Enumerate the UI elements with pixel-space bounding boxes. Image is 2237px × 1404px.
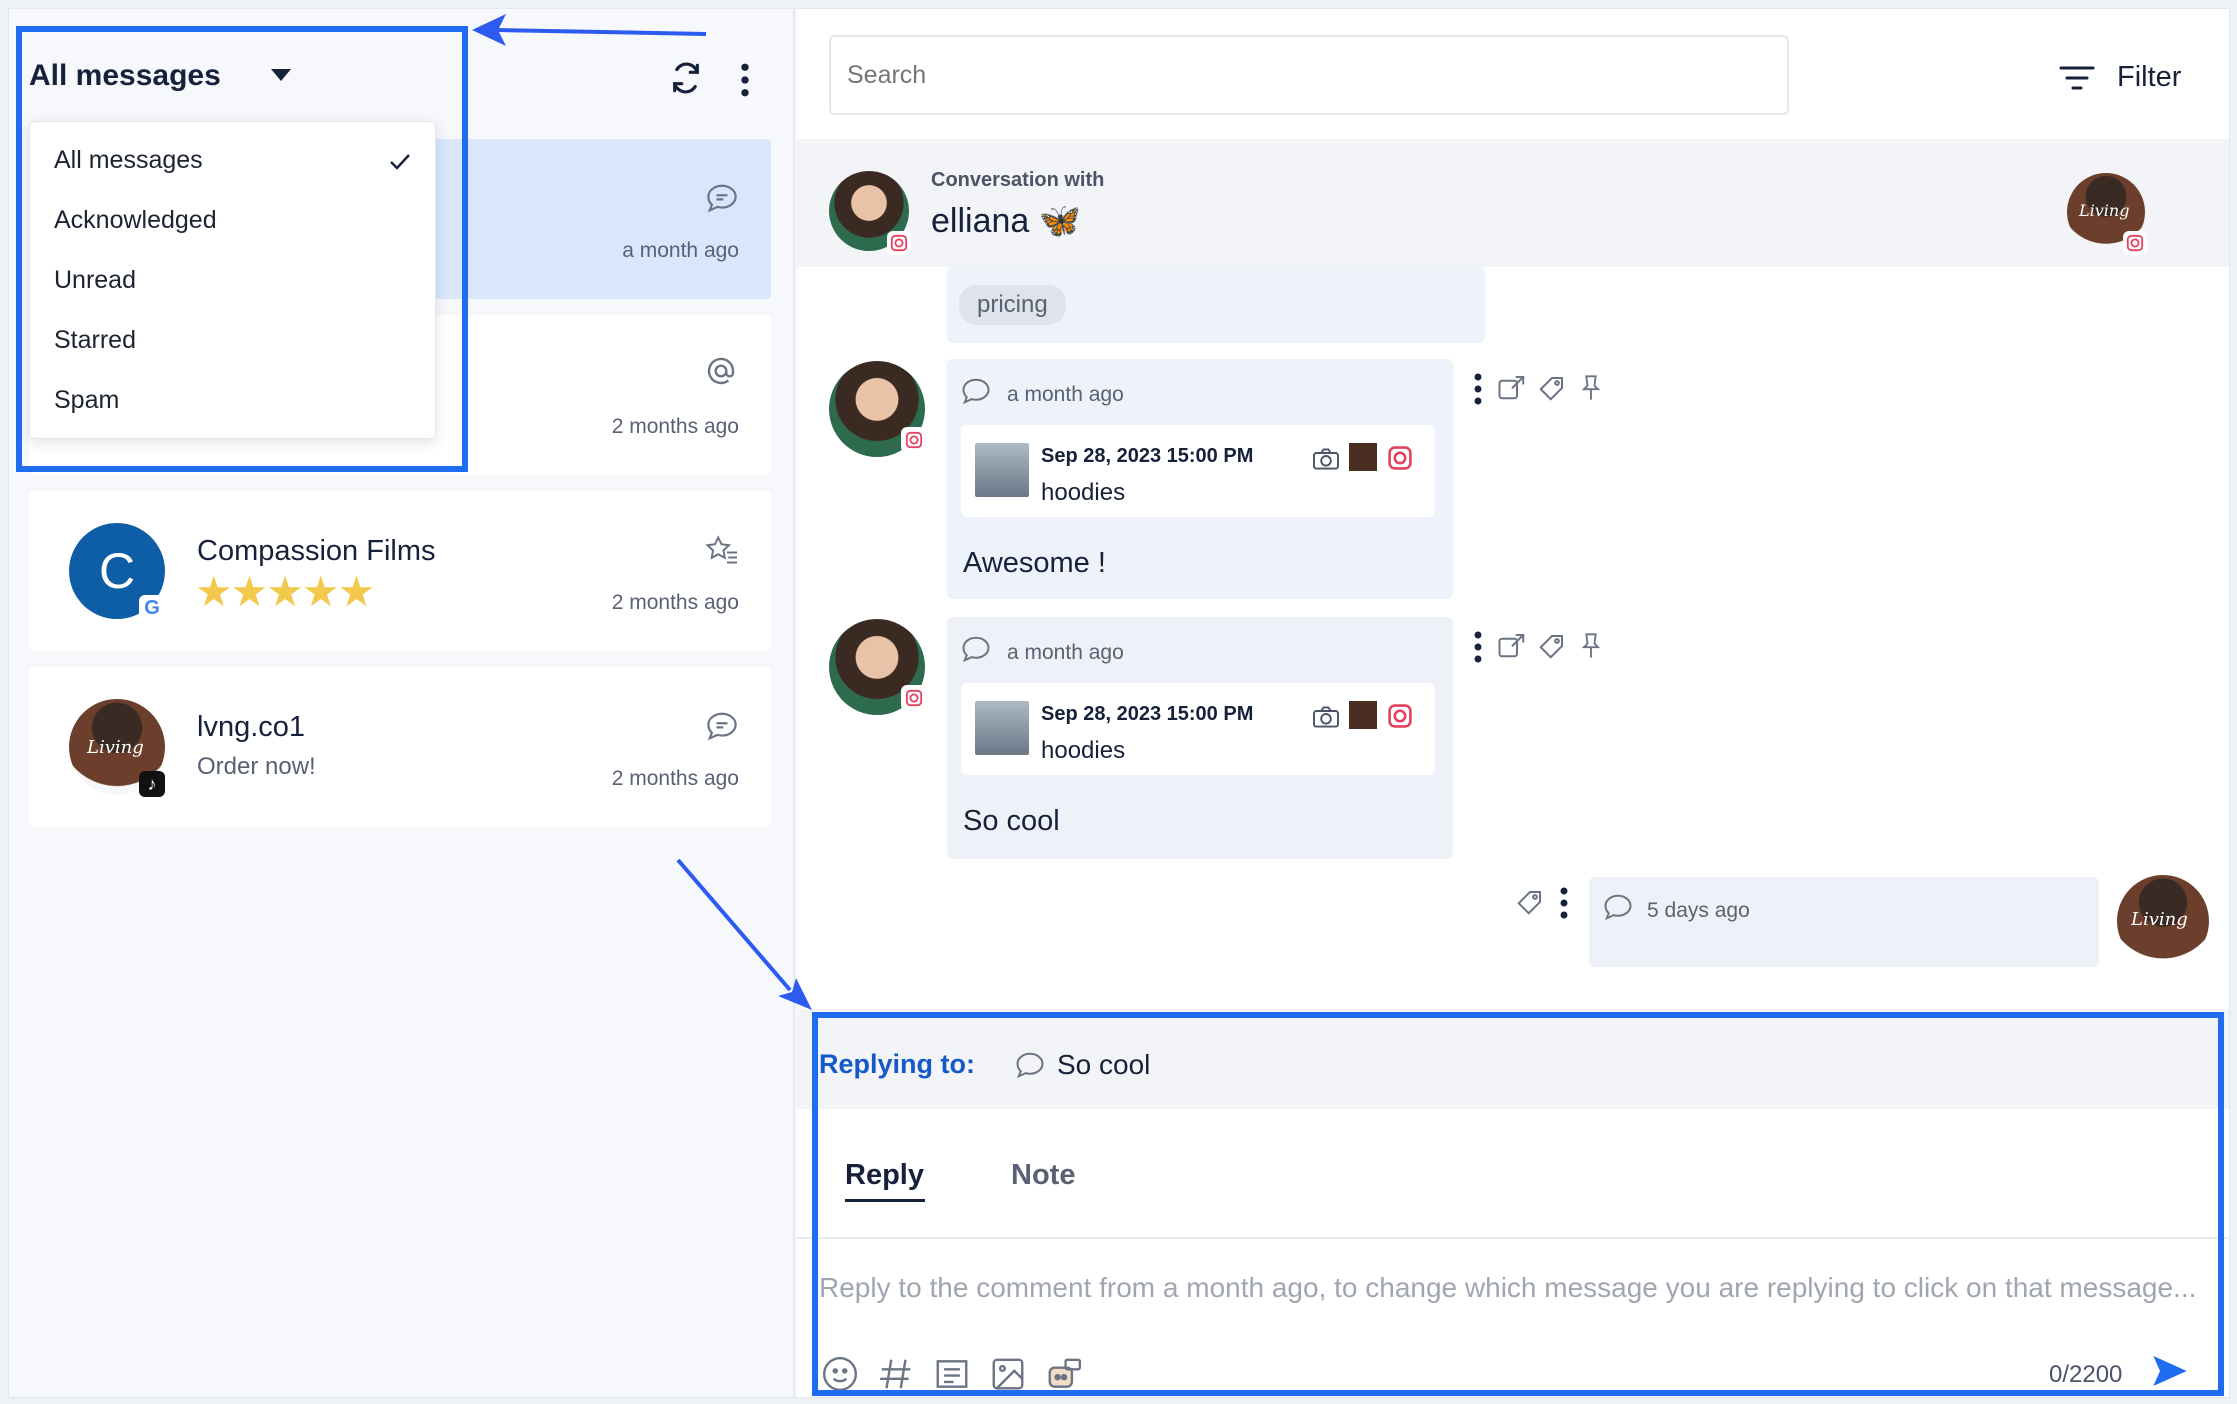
post-preview[interactable]: Sep 28, 2023 15:00 PM hoodies [961, 683, 1435, 775]
share-icon[interactable] [1497, 373, 1527, 401]
filter-icon[interactable] [2059, 65, 2095, 91]
message-bubble[interactable]: 5 days ago [1589, 877, 2099, 967]
chat-bubble-icon [1604, 894, 1632, 921]
tag-icon[interactable] [1537, 373, 1567, 403]
message-thread: pricing a month ago Sep 28, 2023 15:00 P… [797, 267, 2229, 967]
pin-icon[interactable] [1577, 631, 1605, 661]
more-options-icon[interactable] [1473, 373, 1483, 405]
conversation-time: 2 months ago [611, 767, 739, 790]
post-date: Sep 28, 2023 15:00 PM [1041, 445, 1254, 467]
at-mention-icon [707, 357, 735, 385]
instagram-icon [1388, 704, 1412, 728]
message-text: Awesome ! [963, 547, 1106, 579]
avatar-letter: C [98, 543, 136, 599]
chat-bubble-icon [707, 184, 737, 213]
chat-bubble-icon [962, 378, 990, 405]
post-author-thumbnail [1349, 701, 1377, 729]
pin-icon[interactable] [1577, 373, 1605, 403]
camera-icon [1313, 706, 1339, 728]
more-options-icon[interactable] [1473, 631, 1483, 663]
annotation-box-reply [812, 1012, 2224, 1396]
conversation-name: lvng.co1 [197, 711, 306, 743]
message-time: a month ago [1007, 383, 1124, 406]
post-author-thumbnail [1349, 443, 1377, 471]
star-rating: ★★★★★ [195, 568, 375, 615]
conversation-time: 2 months ago [611, 591, 739, 614]
contact-name: elliana 🦋 [931, 201, 1081, 241]
conversation-with-label: Conversation with [931, 169, 1105, 191]
post-caption: hoodies [1041, 737, 1126, 764]
message-bubble[interactable]: a month ago Sep 28, 2023 15:00 PM hoodie… [947, 359, 1453, 599]
camera-icon [1313, 448, 1339, 470]
chat-bubble-icon [962, 636, 990, 663]
tag-icon[interactable] [1537, 631, 1567, 661]
instagram-icon [1388, 446, 1412, 470]
refresh-icon[interactable] [669, 61, 703, 95]
annotation-box-filter [16, 26, 468, 472]
more-options-icon[interactable] [739, 63, 751, 97]
post-caption: hoodies [1041, 479, 1126, 506]
message-bubble[interactable]: a month ago Sep 28, 2023 15:00 PM hoodie… [947, 617, 1453, 859]
instagram-icon [2123, 231, 2147, 255]
butterfly-emoji: 🦋 [1038, 202, 1082, 240]
more-options-icon[interactable] [1559, 887, 1569, 919]
tag-icon[interactable] [1515, 887, 1545, 917]
post-thumbnail [975, 701, 1029, 755]
tag-pill[interactable]: pricing [959, 285, 1066, 325]
star-list-icon[interactable] [705, 535, 739, 565]
message-time: 5 days ago [1647, 899, 1750, 922]
conversation-card[interactable]: C G Compassion Films ★★★★★ 2 months ago [29, 491, 771, 651]
contact-name-text: elliana [931, 202, 1030, 240]
message-bubble[interactable]: pricing [947, 267, 1485, 343]
instagram-icon [887, 231, 911, 255]
conversation-card[interactable]: Living ♪ lvng.co1 Order now! 2 months ag… [29, 667, 771, 827]
conversation-time: 2 months ago [611, 415, 739, 438]
message-time: a month ago [1007, 641, 1124, 664]
conversation-name: Compassion Films [197, 535, 436, 567]
post-date: Sep 28, 2023 15:00 PM [1041, 703, 1254, 725]
google-icon: G [139, 595, 165, 621]
chat-bubble-icon [707, 712, 737, 741]
post-thumbnail [975, 443, 1029, 497]
account-avatar: Living [2117, 875, 2209, 967]
share-icon[interactable] [1497, 631, 1527, 659]
conversation-time: a month ago [622, 239, 739, 262]
instagram-icon [901, 685, 927, 711]
instagram-icon [901, 427, 927, 453]
message-text: So cool [963, 805, 1060, 837]
post-preview[interactable]: Sep 28, 2023 15:00 PM hoodies [961, 425, 1435, 517]
search-input[interactable] [829, 35, 1789, 115]
filter-button[interactable]: Filter [2117, 61, 2181, 94]
conversation-preview: Order now! [197, 753, 316, 780]
tiktok-icon: ♪ [139, 771, 165, 797]
